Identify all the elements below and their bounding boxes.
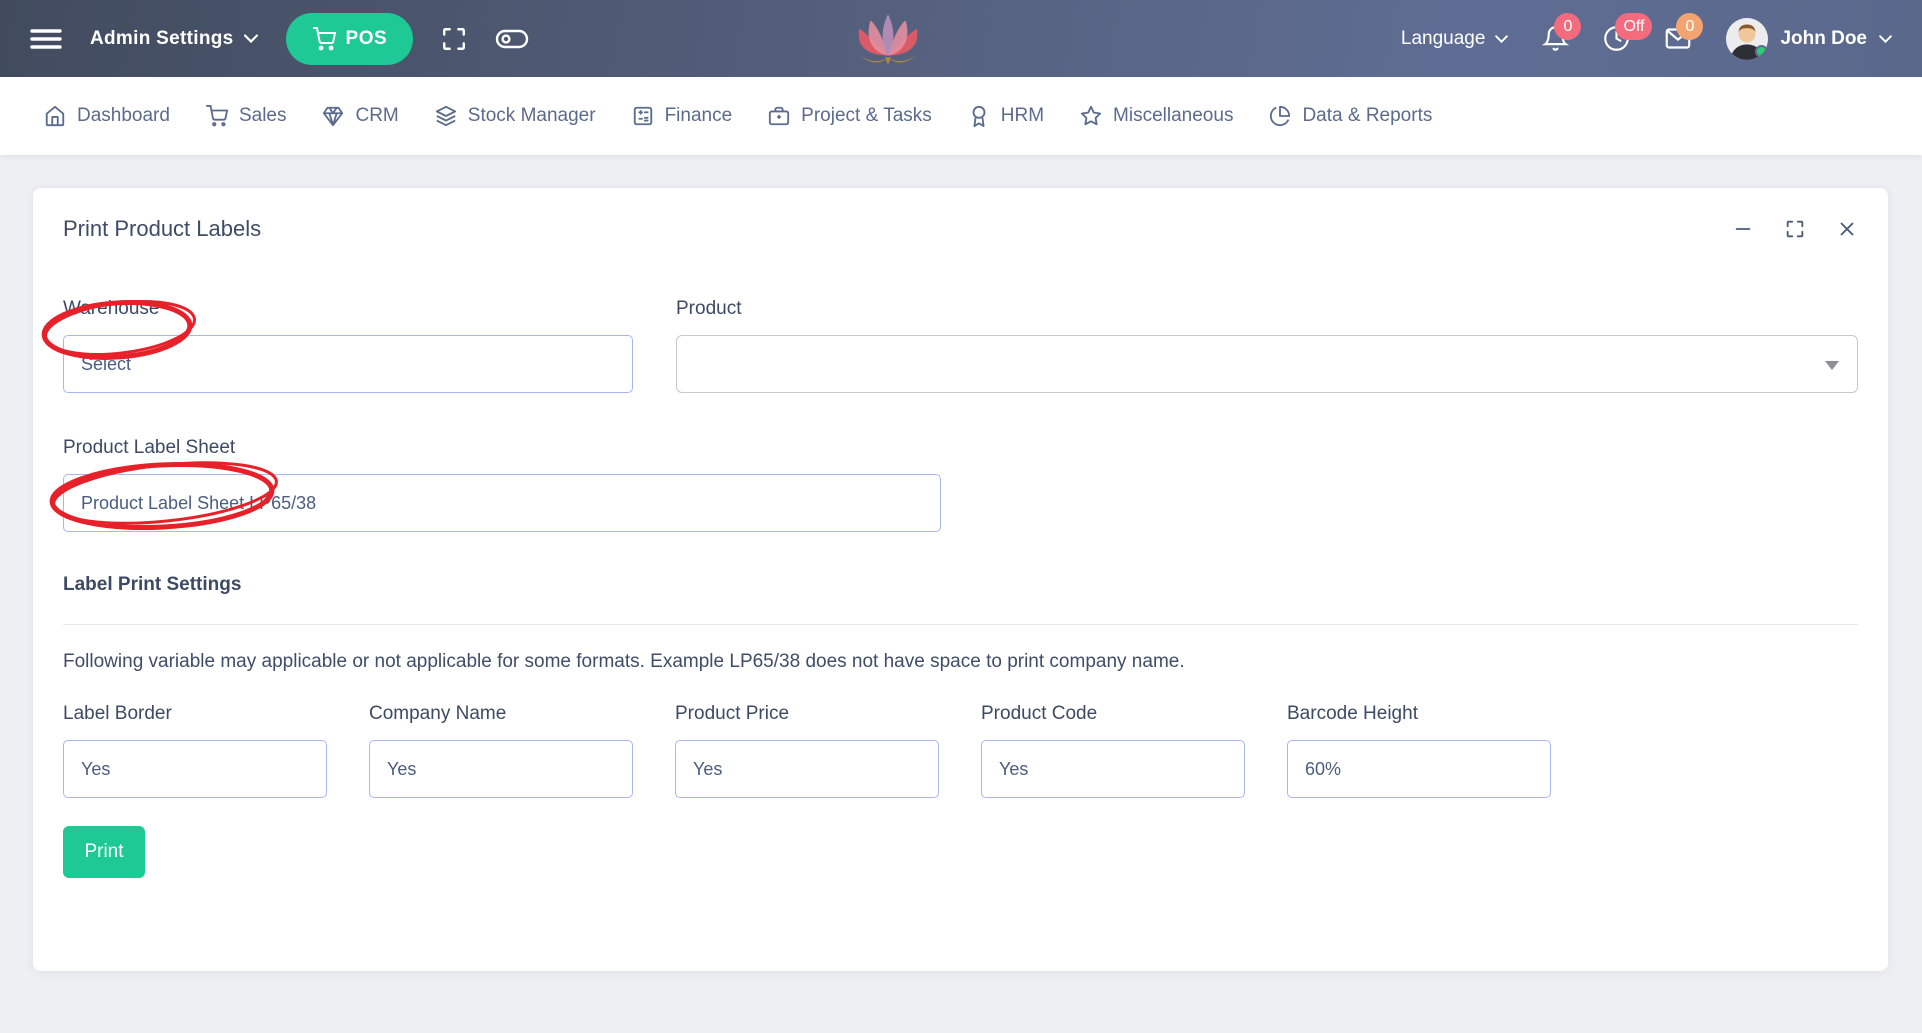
label-sheet-label: Product Label Sheet bbox=[63, 437, 941, 459]
admin-settings-label: Admin Settings bbox=[90, 28, 234, 50]
gem-icon bbox=[322, 105, 344, 127]
award-icon bbox=[968, 105, 990, 127]
layers-icon bbox=[435, 105, 457, 127]
user-name: John Doe bbox=[1780, 28, 1867, 50]
pos-button[interactable]: POS bbox=[286, 13, 414, 65]
admin-settings-menu[interactable]: Admin Settings bbox=[90, 28, 258, 50]
language-menu[interactable]: Language bbox=[1401, 28, 1509, 50]
label-border-label: Label Border bbox=[63, 703, 327, 725]
online-status-dot bbox=[1755, 45, 1768, 58]
nav-label: Project & Tasks bbox=[801, 105, 932, 127]
nav-label: Data & Reports bbox=[1302, 105, 1432, 127]
divider bbox=[63, 624, 1858, 625]
pos-label: POS bbox=[346, 28, 388, 50]
nav-label: Sales bbox=[239, 105, 287, 127]
topbar: Admin Settings POS Language bbox=[0, 0, 1922, 77]
nav-label: Finance bbox=[665, 105, 733, 127]
nav-item-sales[interactable]: Sales bbox=[206, 105, 287, 127]
nav-item-hrm[interactable]: HRM bbox=[968, 105, 1044, 127]
nav-label: Stock Manager bbox=[468, 105, 596, 127]
briefcase-icon bbox=[768, 105, 790, 127]
cart-icon bbox=[312, 27, 336, 51]
notifications-button[interactable]: 0 bbox=[1542, 25, 1569, 52]
home-icon bbox=[44, 105, 66, 127]
messages-button[interactable]: 0 bbox=[1664, 25, 1692, 52]
warehouse-label: Warehouse bbox=[63, 298, 633, 320]
label-print-settings-heading: Label Print Settings bbox=[63, 574, 1858, 596]
hamburger-menu-icon[interactable] bbox=[30, 27, 62, 51]
settings-note: Following variable may applicable or not… bbox=[63, 651, 1858, 673]
user-menu[interactable]: John Doe bbox=[1726, 18, 1892, 60]
label-border-input[interactable] bbox=[63, 740, 327, 798]
product-select[interactable] bbox=[676, 335, 1858, 393]
select-caret-icon bbox=[1825, 361, 1839, 370]
label-sheet-input[interactable] bbox=[63, 474, 941, 532]
toggle-icon[interactable] bbox=[495, 27, 529, 51]
avatar bbox=[1726, 18, 1768, 60]
fullscreen-icon[interactable] bbox=[441, 26, 467, 52]
warehouse-input[interactable] bbox=[63, 335, 633, 393]
nav-item-crm[interactable]: CRM bbox=[322, 105, 398, 127]
lotus-logo bbox=[855, 13, 921, 67]
language-label: Language bbox=[1401, 28, 1486, 50]
message-badge: 0 bbox=[1676, 13, 1703, 40]
barcode-height-label: Barcode Height bbox=[1287, 703, 1551, 725]
product-price-label: Product Price bbox=[675, 703, 939, 725]
product-code-label: Product Code bbox=[981, 703, 1245, 725]
nav-item-data-reports[interactable]: Data & Reports bbox=[1269, 105, 1432, 127]
pie-chart-icon bbox=[1269, 105, 1291, 127]
company-name-input[interactable] bbox=[369, 740, 633, 798]
product-label: Product bbox=[676, 298, 1858, 320]
nav-label: Miscellaneous bbox=[1113, 105, 1233, 127]
nav-item-project-tasks[interactable]: Project & Tasks bbox=[768, 105, 932, 127]
clock-button[interactable]: Off bbox=[1603, 25, 1630, 52]
print-button[interactable]: Print bbox=[63, 826, 145, 878]
product-code-input[interactable] bbox=[981, 740, 1245, 798]
maximize-icon[interactable] bbox=[1784, 218, 1806, 240]
notification-badge: 0 bbox=[1554, 13, 1581, 40]
minimize-icon[interactable] bbox=[1732, 218, 1754, 240]
chevron-down-icon bbox=[1495, 35, 1508, 43]
chevron-down-icon bbox=[244, 34, 258, 43]
calculator-icon bbox=[632, 105, 654, 127]
nav-label: HRM bbox=[1001, 105, 1044, 127]
print-product-labels-modal: Print Product Labels Warehouse Product bbox=[33, 188, 1888, 971]
nav-item-miscellaneous[interactable]: Miscellaneous bbox=[1080, 105, 1233, 127]
nav-item-dashboard[interactable]: Dashboard bbox=[44, 105, 170, 127]
company-name-label: Company Name bbox=[369, 703, 633, 725]
nav-label: Dashboard bbox=[77, 105, 170, 127]
nav-item-stock-manager[interactable]: Stock Manager bbox=[435, 105, 596, 127]
close-icon[interactable] bbox=[1836, 218, 1858, 240]
star-icon bbox=[1080, 105, 1102, 127]
barcode-height-input[interactable] bbox=[1287, 740, 1551, 798]
nav-item-finance[interactable]: Finance bbox=[632, 105, 733, 127]
cart-icon bbox=[206, 105, 228, 127]
product-price-input[interactable] bbox=[675, 740, 939, 798]
clock-status-badge: Off bbox=[1615, 13, 1652, 40]
modal-title: Print Product Labels bbox=[63, 216, 261, 242]
module-nav: Dashboard Sales CRM Stock Manager Financ… bbox=[0, 77, 1922, 155]
chevron-down-icon bbox=[1879, 35, 1892, 43]
nav-label: CRM bbox=[355, 105, 398, 127]
